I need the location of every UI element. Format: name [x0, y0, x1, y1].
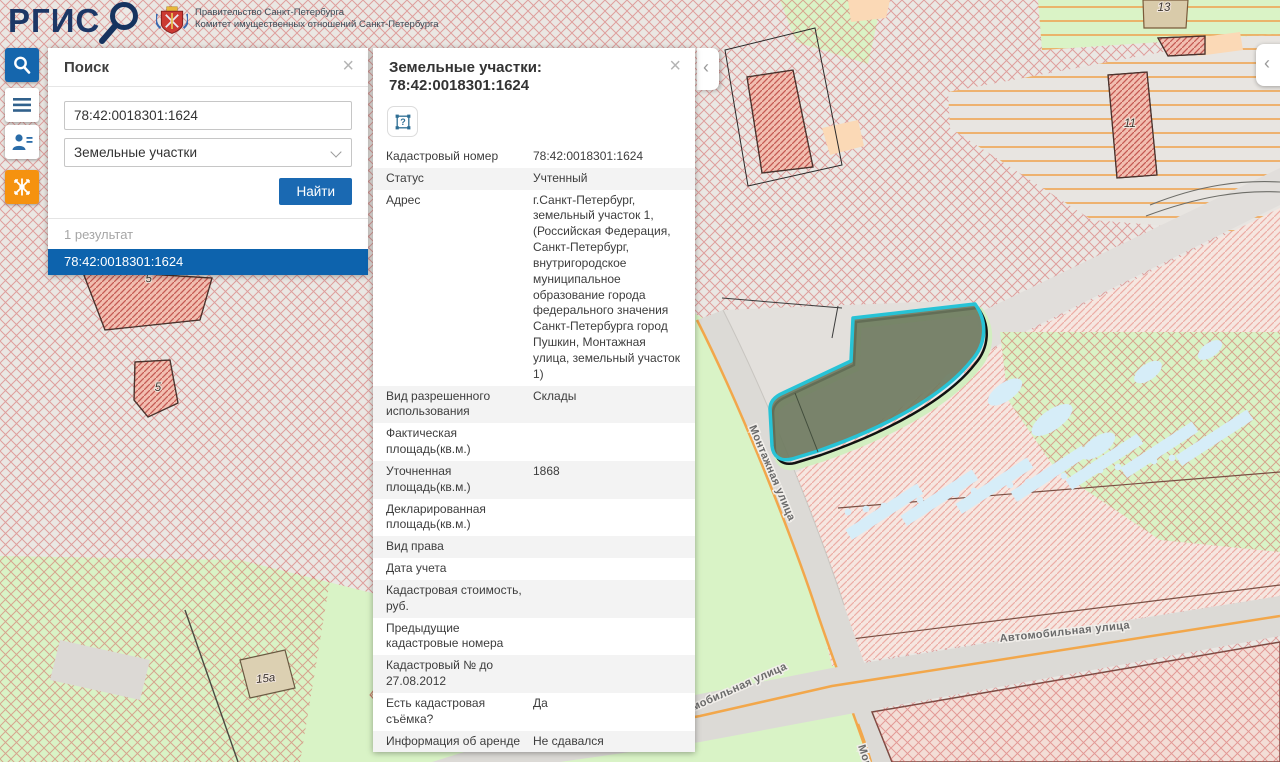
- attr-row-previous-numbers: Предыдущие кадастровые номера: [373, 618, 695, 656]
- building-label-11: 11: [1124, 118, 1136, 130]
- results-count: 1 результат: [48, 219, 368, 249]
- search-close-button[interactable]: ×: [336, 54, 360, 78]
- attr-row-address: Адресг.Санкт-Петербург, земельный участо…: [373, 190, 695, 386]
- spb-coat-of-arms-icon: [156, 4, 188, 38]
- menu-icon: [12, 97, 32, 113]
- attr-row-status: СтатусУчтенный: [373, 168, 695, 190]
- category-select[interactable]: Земельные участки: [64, 138, 352, 167]
- government-block: Правительство Санкт-Петербурга Комитет и…: [156, 4, 439, 38]
- svg-text:?: ?: [400, 117, 406, 127]
- attr-row-has-survey: Есть кадастровая съёмка?Да: [373, 693, 695, 731]
- attr-row-number-before-2012: Кадастровый № до 27.08.2012: [373, 655, 695, 693]
- rgis-logo[interactable]: РГИС: [8, 2, 148, 44]
- category-select-value: Земельные участки: [74, 145, 197, 160]
- attr-row-registration-date: Дата учета: [373, 558, 695, 580]
- find-button[interactable]: Найти: [279, 178, 352, 205]
- user-info-button[interactable]: [5, 125, 39, 159]
- info-panel: Земельные участки: 78:42:0018301:1624 × …: [373, 48, 695, 752]
- gov-line1: Правительство Санкт-Петербурга: [195, 7, 439, 19]
- attr-row-lease-info: Информация об арендеНе сдавался: [373, 731, 695, 753]
- app-window: Монтажная улица Монтажная улица Автомоби…: [0, 0, 1280, 762]
- search-panel-title: Поиск: [64, 59, 109, 76]
- building-label-15a: 15а: [256, 672, 276, 686]
- search-tool-button[interactable]: [5, 48, 39, 82]
- person-list-icon: [11, 133, 33, 151]
- right-panel-expander[interactable]: ‹: [1256, 44, 1280, 86]
- header: РГИС Правительство Санкт-Петербурга Коми…: [8, 2, 439, 44]
- attr-row-right-type: Вид права: [373, 536, 695, 558]
- info-panel-title: Земельные участки: 78:42:0018301:1624: [389, 59, 542, 94]
- magnifier-logo-icon: [96, 0, 148, 48]
- search-icon: [12, 55, 32, 75]
- spb-emblem-button[interactable]: [5, 170, 39, 204]
- building-label-5b: 5: [155, 382, 162, 394]
- attr-row-refined-area: Уточненная площадь(кв.м.)1868: [373, 461, 695, 499]
- crossed-anchors-icon: [12, 177, 32, 197]
- gov-line2: Комитет имущественных отношений Санкт-Пе…: [195, 19, 439, 31]
- search-input[interactable]: [64, 101, 352, 130]
- question-frame-icon: ?: [394, 113, 412, 131]
- rgis-logo-text: РГИС: [8, 2, 100, 39]
- building-label-13: 13: [1158, 2, 1171, 14]
- attr-row-declared-area: Декларированная площадь(кв.м.): [373, 499, 695, 537]
- attr-row-cadastral-value: Кадастровая стоимость, руб.: [373, 580, 695, 618]
- attr-row-permitted-use: Вид разрешенного использованияСклады: [373, 386, 695, 424]
- attr-row-cadastral-number: Кадастровый номер78:42:0018301:1624: [373, 146, 695, 168]
- attr-row-actual-area: Фактическая площадь(кв.м.): [373, 423, 695, 461]
- show-geometry-button[interactable]: ?: [387, 106, 418, 137]
- info-close-button[interactable]: ×: [663, 54, 687, 78]
- info-collapse-button[interactable]: ‹: [697, 48, 719, 90]
- layers-menu-button[interactable]: [5, 88, 39, 122]
- search-result-item[interactable]: 78:42:0018301:1624: [48, 249, 368, 275]
- attributes-table: Кадастровый номер78:42:0018301:1624 Стат…: [373, 146, 695, 752]
- search-panel: Поиск × Земельные участки Найти 1 резуль…: [48, 48, 368, 275]
- chevron-down-icon: [330, 146, 341, 157]
